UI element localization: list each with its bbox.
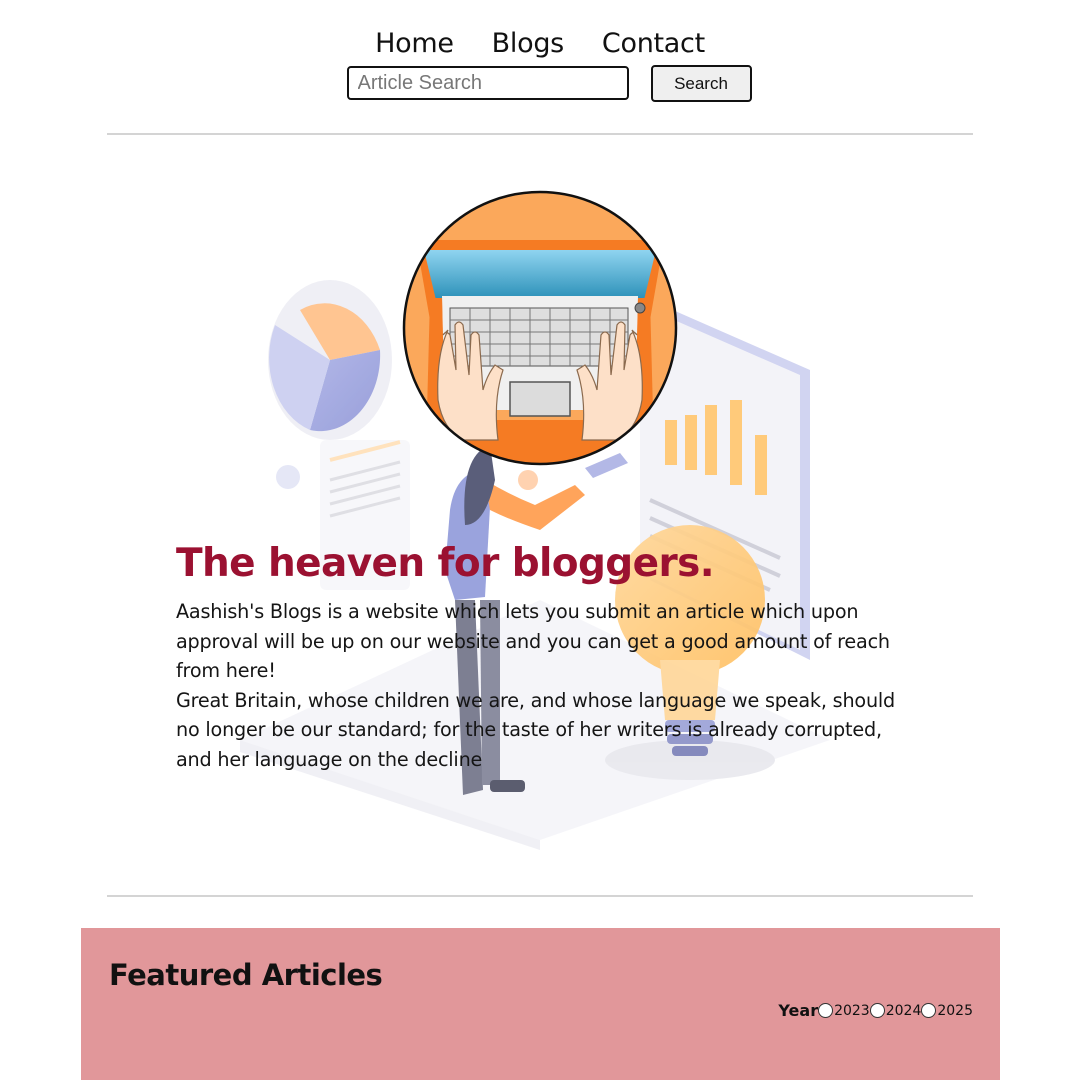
main-nav: Home Blogs Contact	[0, 28, 1080, 59]
year-option-label: 2023	[834, 1002, 870, 1019]
hero-description: Aashish's Blogs is a website which lets …	[176, 597, 896, 774]
search-button[interactable]: Search	[650, 65, 752, 102]
nav-home-link[interactable]: Home	[375, 28, 454, 59]
year-option-2024[interactable]: 2024	[869, 1002, 922, 1019]
radio-2025[interactable]	[921, 1003, 937, 1018]
year-filter-label: Year	[778, 1001, 819, 1020]
pie-chart-graphic	[268, 280, 392, 440]
top-divider	[107, 133, 973, 135]
hero-title: The heaven for bloggers.	[176, 541, 715, 586]
year-option-label: 2024	[885, 1002, 922, 1019]
hero-paragraph-1: Aashish's Blogs is a website which lets …	[176, 600, 890, 682]
nav-blogs-link[interactable]: Blogs	[492, 28, 565, 59]
year-option-2025[interactable]: 2025	[921, 1003, 973, 1019]
search-bar: Search	[0, 65, 1080, 102]
featured-heading: Featured Articles	[109, 958, 383, 992]
year-option-2023[interactable]: 2023	[818, 1003, 870, 1019]
nav-contact-link[interactable]: Contact	[602, 28, 705, 59]
radio-2024[interactable]	[869, 1003, 885, 1018]
year-option-label: 2025	[937, 1002, 973, 1019]
radio-2023[interactable]	[818, 1003, 834, 1018]
search-input[interactable]	[346, 66, 629, 100]
bottom-divider	[107, 895, 973, 897]
year-filter: Year 2023 2024 2025	[778, 1001, 973, 1020]
hero-paragraph-2: Great Britain, whose children we are, an…	[176, 688, 896, 771]
featured-articles-section: Featured Articles Year 2023 2024 2025	[81, 928, 1000, 1080]
